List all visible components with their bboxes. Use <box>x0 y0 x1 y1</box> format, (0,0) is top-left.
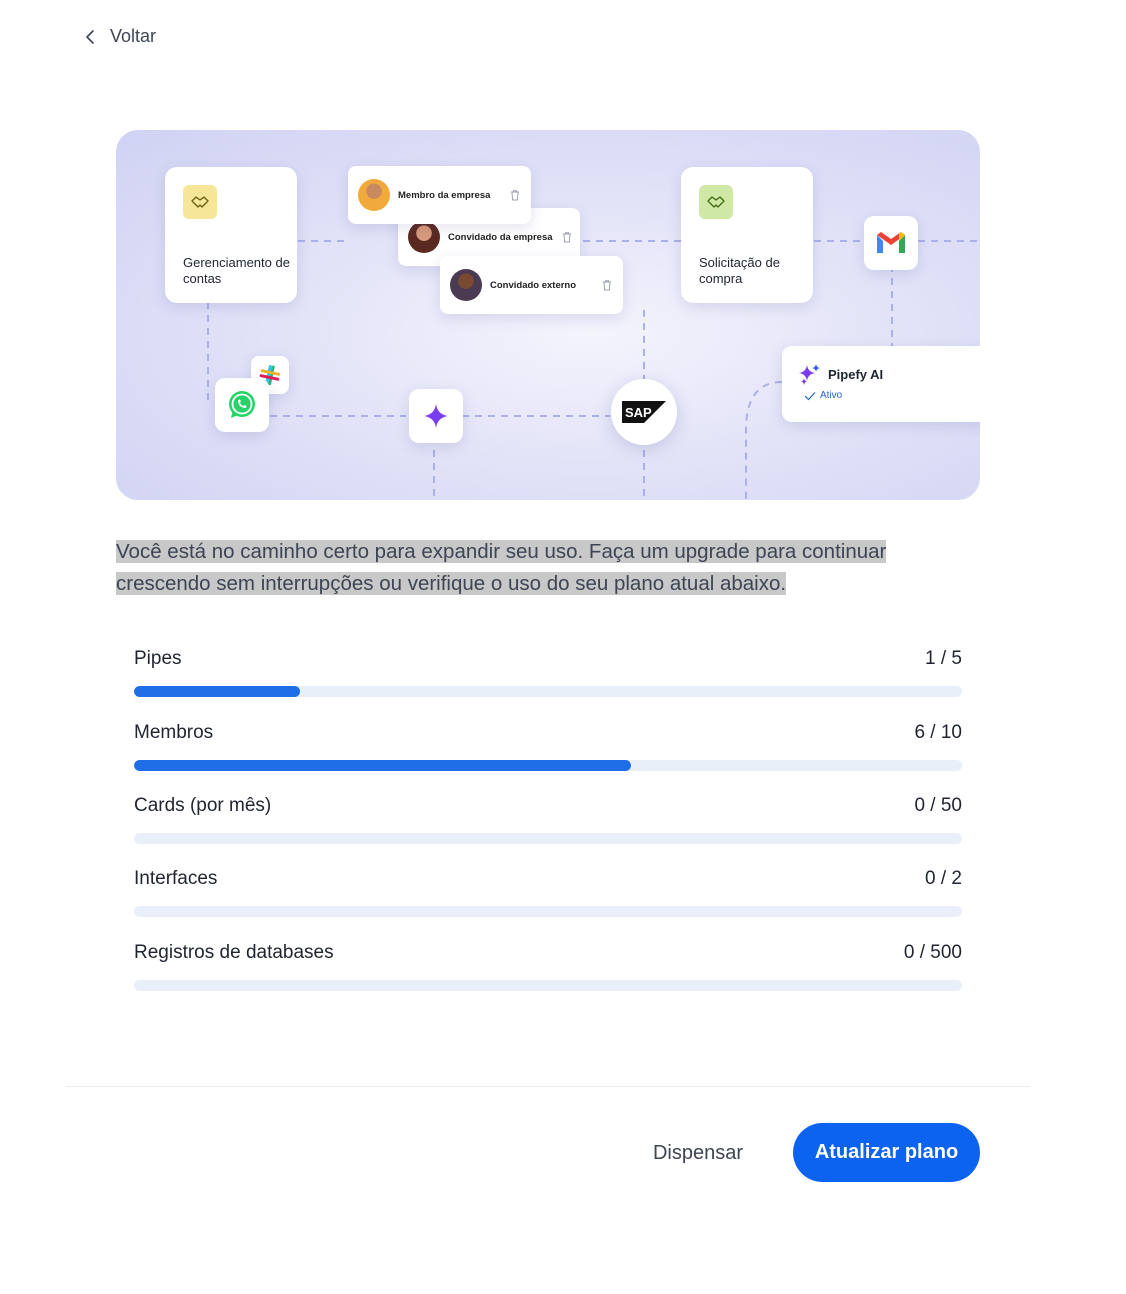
usage-label: Registros de databases <box>134 942 334 963</box>
chip-member-label: Membro da empresa <box>398 189 491 201</box>
progress-fill <box>134 686 300 697</box>
usage-database-records: Registros de databases 0 / 500 <box>134 942 962 991</box>
pipefy-ai-title: Pipefy AI <box>828 366 884 382</box>
usage-value: 0 / 2 <box>925 868 962 889</box>
chip-member: Membro da empresa <box>348 166 531 224</box>
card-accounts-title: Gerenciamento de contas <box>183 255 290 286</box>
gmail-icon <box>864 216 918 270</box>
card-purchase: Solicitação de compra <box>681 167 813 303</box>
chip-external-label: Convidado externo <box>490 279 577 291</box>
sap-logo-icon: SAP <box>611 379 677 445</box>
handshake-icon <box>699 185 733 219</box>
usage-value: 1 / 5 <box>925 648 962 669</box>
chevron-left-icon <box>86 29 94 44</box>
sparkle-icon <box>409 389 463 443</box>
card-accounts: Gerenciamento de contas <box>165 167 297 303</box>
upgrade-plan-button[interactable]: Atualizar plano <box>793 1123 980 1182</box>
usage-cards: Cards (por mês) 0 / 50 <box>134 795 962 844</box>
progress-track <box>134 980 962 991</box>
usage-members: Membros 6 / 10 <box>134 722 962 771</box>
usage-pipes: Pipes 1 / 5 <box>134 648 962 697</box>
whatsapp-icon <box>215 378 269 432</box>
progress-track <box>134 686 962 697</box>
avatar <box>450 269 482 301</box>
chip-guest-label: Convidado da empresa <box>448 231 553 243</box>
usage-interfaces: Interfaces 0 / 2 <box>134 868 962 917</box>
progress-fill <box>134 760 631 771</box>
pipefy-ai-card: Pipefy AI Ativo <box>782 346 980 422</box>
sap-label: SAP <box>625 405 652 420</box>
handshake-icon <box>183 185 217 219</box>
pipefy-ai-status: Ativo <box>820 390 843 401</box>
sparkles-icon <box>799 364 820 385</box>
avatar <box>408 221 440 253</box>
usage-label: Pipes <box>134 648 182 669</box>
usage-label: Cards (por mês) <box>134 795 272 816</box>
usage-value: 6 / 10 <box>914 722 962 743</box>
check-icon <box>804 391 816 400</box>
progress-track <box>134 906 962 917</box>
usage-value: 0 / 50 <box>914 795 962 816</box>
hero-illustration: Gerenciamento de contas Solicitação de c… <box>116 130 980 500</box>
back-link[interactable]: Voltar <box>80 26 156 47</box>
card-purchase-title: Solicitação de compra <box>699 255 780 286</box>
usage-label: Membros <box>134 722 214 743</box>
chip-external: Convidado externo <box>440 256 623 314</box>
description-text: Você está no caminho certo para expandir… <box>116 540 887 595</box>
trash-icon <box>603 280 611 291</box>
trash-icon <box>562 232 571 243</box>
back-label: Voltar <box>110 26 157 46</box>
progress-track <box>134 833 962 844</box>
trash-icon <box>511 190 519 201</box>
usage-label: Interfaces <box>134 868 218 889</box>
progress-track <box>134 760 962 771</box>
dismiss-button[interactable]: Dispensar <box>626 1124 770 1182</box>
footer-divider <box>66 1086 1030 1087</box>
avatar <box>358 179 390 211</box>
usage-value: 0 / 500 <box>903 942 962 963</box>
